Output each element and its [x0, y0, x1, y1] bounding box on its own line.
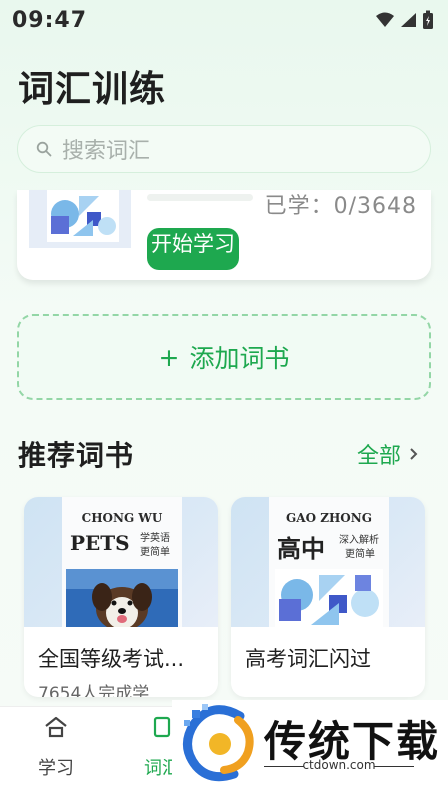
wifi-icon — [376, 12, 394, 27]
status-bar: 09:47 — [0, 0, 448, 40]
page-title: 词汇训练 — [18, 69, 167, 110]
plus-icon: + — [158, 342, 180, 372]
cover-tagline-2: 更简单 — [345, 549, 375, 560]
battery-icon — [423, 10, 433, 29]
dog-image — [66, 569, 178, 627]
add-book-button[interactable]: + 添加词书 — [17, 314, 431, 400]
see-all-label: 全部 — [356, 444, 401, 469]
cover-title-main: 高中 — [277, 535, 325, 563]
cover-title-top: CHONG WU — [81, 511, 163, 525]
watermark-logo-icon — [183, 704, 254, 782]
signal-icon — [401, 13, 416, 27]
book-card[interactable]: GAO ZHONG 高中 深入解析 更简单 高考词汇闪过 — [231, 497, 425, 697]
add-book-label: 添加词书 — [189, 344, 290, 373]
search-input[interactable]: 搜索词汇 — [17, 125, 431, 173]
book-card[interactable]: CHONG WU PETS 学英语 更简单 全国等级考试... 7654人完成学 — [24, 497, 218, 697]
current-book-learned-count: 已学：0/3648 — [264, 194, 417, 219]
nav-label-learn: 学习 — [38, 758, 74, 779]
watermark-divider — [374, 766, 414, 767]
current-book-card[interactable]: 已学：0/3648 开始学习 — [17, 190, 431, 280]
status-icons — [376, 10, 434, 30]
watermark-url: ctdown.com — [302, 758, 376, 772]
current-book-progress-bar — [147, 194, 253, 201]
see-all-link[interactable]: 全部 — [357, 438, 418, 470]
cover-title-top: GAO ZHONG — [286, 511, 372, 525]
cover-title-main: PETS — [70, 531, 130, 555]
book-name: 全国等级考试... — [38, 647, 185, 671]
cover-tagline-1: 深入解析 — [339, 535, 379, 546]
geometric-pattern-image — [275, 569, 383, 627]
book-cover: GAO ZHONG 高中 深入解析 更简单 — [231, 497, 425, 627]
watermark: 传统下载 ctdown.com — [172, 700, 448, 796]
book-name: 高考词汇闪过 — [245, 647, 371, 671]
home-icon — [45, 716, 67, 738]
current-book-cover — [29, 190, 131, 248]
cover-tagline-2: 更简单 — [140, 547, 170, 558]
chevron-right-icon — [410, 448, 418, 460]
recommended-books-title: 推荐词书 — [18, 439, 135, 472]
start-learning-button[interactable]: 开始学习 — [147, 228, 239, 270]
book-cover: CHONG WU PETS 学英语 更简单 — [24, 497, 218, 627]
search-placeholder: 搜索词汇 — [62, 139, 151, 164]
nav-item-learn[interactable]: 学习 — [26, 715, 86, 780]
book-completion-count: 7654人完成学 — [38, 684, 150, 697]
status-time: 09:47 — [12, 7, 88, 33]
search-icon — [36, 141, 52, 157]
cover-tagline-1: 学英语 — [140, 533, 170, 544]
